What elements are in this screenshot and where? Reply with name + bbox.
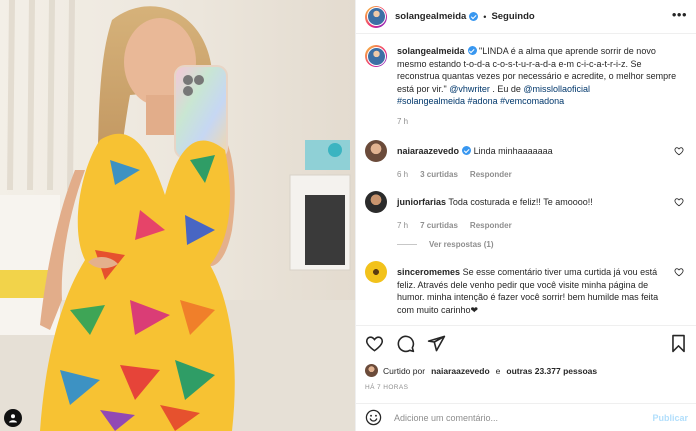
comment-like-heart-icon[interactable] bbox=[674, 267, 684, 277]
view-replies-line bbox=[397, 244, 417, 245]
comment-age: 7 h bbox=[397, 221, 409, 230]
comment-reply-button[interactable]: Responder bbox=[470, 221, 512, 230]
author-avatar[interactable] bbox=[365, 5, 387, 28]
photo-tag-avatar[interactable] bbox=[4, 409, 22, 427]
comment-avatar[interactable] bbox=[365, 140, 387, 162]
comment-username[interactable]: sinceromemes bbox=[397, 267, 460, 277]
view-replies-button[interactable]: Ver respostas (1) bbox=[397, 240, 688, 249]
liked-by-prefix: Curtido por bbox=[383, 365, 426, 376]
liked-by: Curtido por naiaraazevedo e outras 23.37… bbox=[365, 364, 597, 377]
caption-verified-badge-icon bbox=[467, 46, 477, 55]
comment-like-heart-icon[interactable] bbox=[674, 146, 684, 156]
liked-by-user[interactable]: naiaraazevedo bbox=[431, 366, 490, 376]
action-icons bbox=[365, 334, 446, 353]
post-timestamp[interactable]: HÁ 7 HORAS bbox=[365, 384, 408, 391]
post-caption: solangealmeida "LINDA é a alma que apren… bbox=[365, 45, 688, 128]
caption-author-avatar[interactable] bbox=[365, 45, 387, 67]
comment-age: 6 h bbox=[397, 170, 409, 179]
comment-body: Toda costurada e feliz!! Te amoooo!! bbox=[448, 197, 593, 207]
post-actions: Curtido por naiaraazevedo e outras 23.37… bbox=[356, 325, 696, 431]
post-photo[interactable] bbox=[0, 0, 355, 431]
comment-item: naiaraazevedo Linda minhaaaaaaa 6 h 3 cu… bbox=[365, 140, 688, 179]
comment-reply-button[interactable]: Responder bbox=[470, 170, 512, 179]
comment-meta: 6 h 3 curtidas Responder bbox=[397, 170, 688, 179]
caption-username[interactable]: solangealmeida bbox=[397, 46, 465, 56]
user-tag-icon bbox=[9, 414, 17, 423]
add-comment-bar: Publicar bbox=[356, 403, 696, 431]
more-options-icon[interactable]: ••• bbox=[672, 8, 687, 21]
comment-username[interactable]: naiaraazevedo bbox=[397, 146, 459, 156]
caption-meta: 7 h bbox=[397, 116, 682, 129]
caption-mention-misslolla[interactable]: @misslollaoficial bbox=[523, 84, 590, 94]
caption-mention-vhwriter[interactable]: @vhwriter bbox=[449, 84, 490, 94]
caption-body-2: . Eu de bbox=[489, 83, 524, 94]
caption-hashtags[interactable]: #solangealmeida #adona #vemcomadona bbox=[397, 96, 564, 106]
comment-likes[interactable]: 7 curtidas bbox=[420, 221, 458, 230]
comment-verified-badge-icon bbox=[462, 146, 472, 155]
comments-list[interactable]: solangealmeida "LINDA é a alma que apren… bbox=[356, 35, 696, 325]
share-icon[interactable] bbox=[427, 334, 446, 353]
publish-button[interactable]: Publicar bbox=[652, 413, 688, 423]
comment-item: juniorfarias Toda costurada e feliz!! Te… bbox=[365, 191, 688, 230]
caption-text: solangealmeida "LINDA é a alma que apren… bbox=[397, 45, 682, 108]
comment-avatar[interactable] bbox=[365, 261, 387, 283]
comment-input[interactable] bbox=[394, 412, 653, 423]
post-details-panel: solangealmeida • Seguindo ••• solangealm… bbox=[355, 0, 696, 431]
emoji-icon[interactable] bbox=[365, 409, 382, 426]
comment-username[interactable]: juniorfarias bbox=[397, 197, 446, 207]
comment-text: naiaraazevedo Linda minhaaaaaaa bbox=[397, 140, 688, 162]
comment-item: sinceromemes Se esse comentário tiver um… bbox=[365, 261, 688, 316]
bookmark-icon[interactable] bbox=[670, 334, 687, 353]
liked-by-avatar[interactable] bbox=[365, 364, 378, 377]
comment-text: sinceromemes Se esse comentário tiver um… bbox=[397, 261, 688, 316]
comment-icon[interactable] bbox=[396, 334, 415, 353]
liked-by-others[interactable]: outras 23.377 pessoas bbox=[506, 366, 597, 376]
comment-meta: 7 h 7 curtidas Responder bbox=[397, 221, 688, 230]
view-replies-label[interactable]: Ver respostas (1) bbox=[429, 240, 493, 249]
follow-status-button[interactable]: Seguindo bbox=[491, 11, 534, 22]
comment-text: juniorfarias Toda costurada e feliz!! Te… bbox=[397, 191, 688, 213]
liked-by-conj: e bbox=[495, 365, 501, 376]
like-heart-icon[interactable] bbox=[365, 334, 384, 353]
comment-like-heart-icon[interactable] bbox=[674, 197, 684, 207]
comment-avatar[interactable] bbox=[365, 191, 387, 213]
verified-badge-icon bbox=[469, 12, 479, 21]
comment-likes[interactable]: 3 curtidas bbox=[420, 170, 458, 179]
comment-body: Linda minhaaaaaaa bbox=[473, 146, 553, 156]
post-header: solangealmeida • Seguindo ••• bbox=[356, 0, 696, 34]
photo-illustration bbox=[0, 0, 355, 431]
author-username[interactable]: solangealmeida bbox=[395, 11, 466, 22]
header-separator: • bbox=[483, 11, 487, 22]
caption-age: 7 h bbox=[397, 116, 409, 126]
